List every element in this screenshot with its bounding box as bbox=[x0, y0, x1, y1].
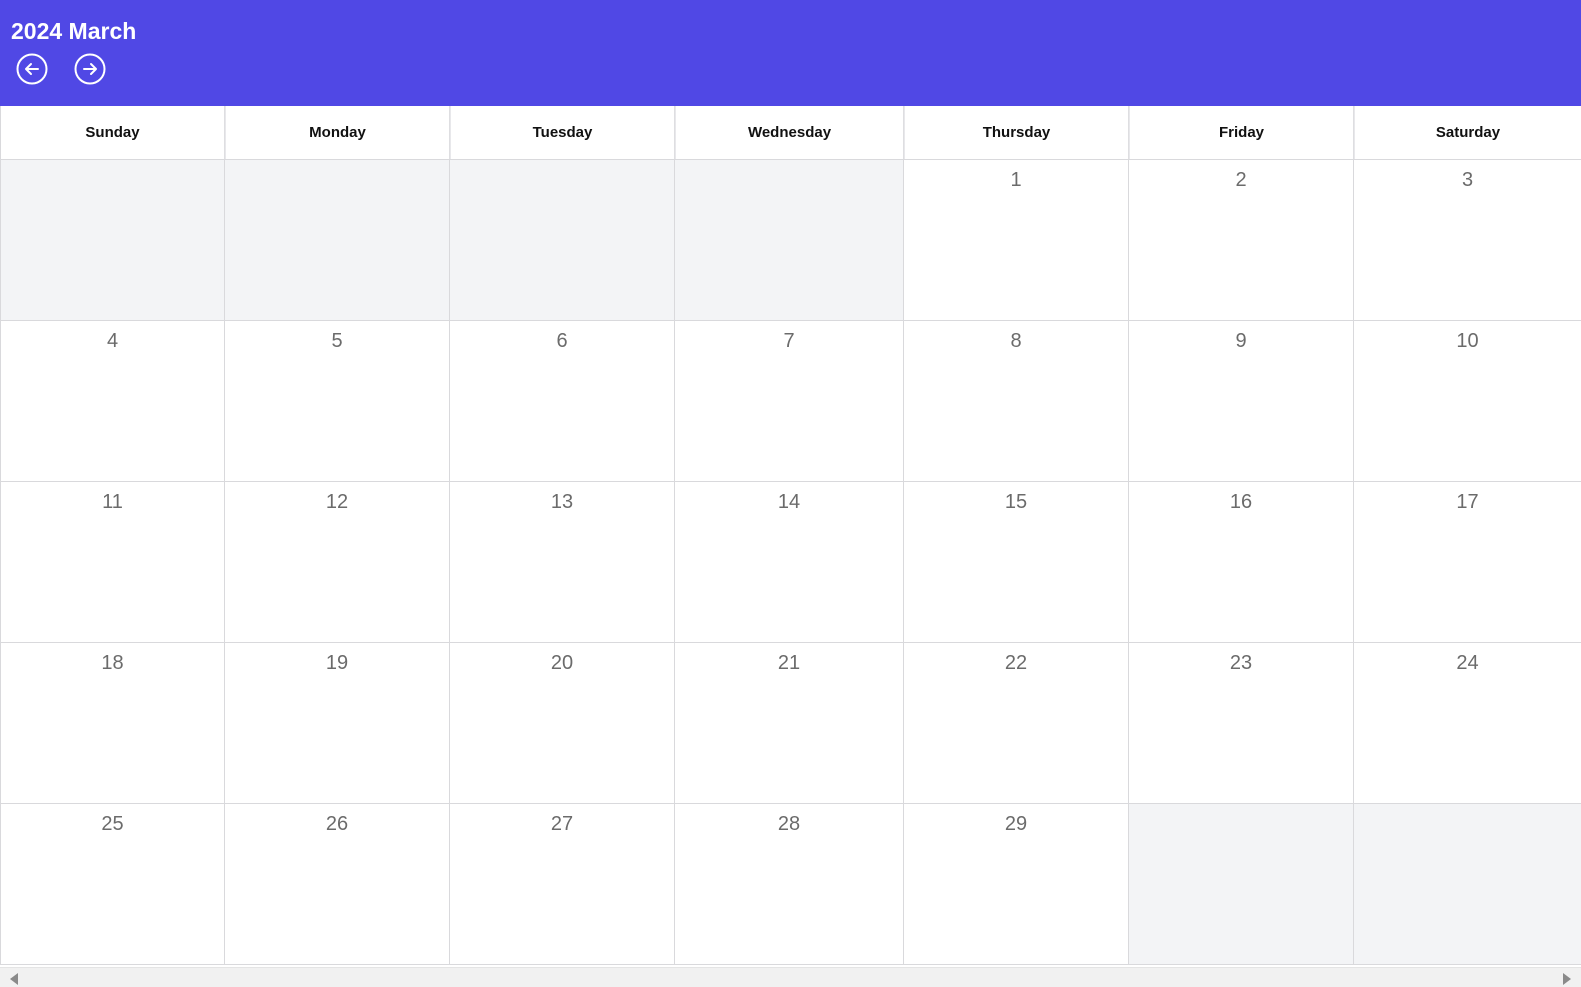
day-number: 16 bbox=[1229, 491, 1253, 513]
calendar-day-cell[interactable]: 8 bbox=[904, 321, 1129, 482]
day-number: 4 bbox=[106, 330, 119, 352]
calendar-empty-cell bbox=[0, 160, 225, 321]
day-number: 9 bbox=[1235, 330, 1247, 352]
calendar-day-cell[interactable]: 3 bbox=[1354, 160, 1581, 321]
day-number: 19 bbox=[325, 652, 349, 674]
calendar-day-cell[interactable]: 10 bbox=[1354, 321, 1581, 482]
next-month-button[interactable] bbox=[74, 53, 106, 85]
calendar-day-cell[interactable]: 29 bbox=[904, 804, 1129, 965]
calendar-header: 2024 March bbox=[0, 0, 1581, 106]
calendar-day-cell[interactable]: 16 bbox=[1129, 482, 1354, 643]
calendar-day-cell[interactable]: 2 bbox=[1129, 160, 1354, 321]
calendar-day-cell[interactable]: 13 bbox=[450, 482, 675, 643]
day-number: 2 bbox=[1235, 169, 1247, 191]
calendar-day-cell[interactable]: 6 bbox=[450, 321, 675, 482]
previous-month-button[interactable] bbox=[16, 53, 48, 85]
day-number: 25 bbox=[101, 813, 124, 835]
day-number: 24 bbox=[1456, 652, 1479, 674]
calendar-day-cell[interactable]: 5 bbox=[225, 321, 450, 482]
weekday-wednesday: Wednesday bbox=[675, 106, 904, 159]
calendar-day-cell[interactable]: 28 bbox=[675, 804, 904, 965]
scroll-right-arrow-icon[interactable] bbox=[1563, 973, 1571, 985]
day-number: 26 bbox=[325, 813, 349, 835]
month-title: 2024 March bbox=[11, 18, 137, 44]
calendar-day-cell[interactable]: 7 bbox=[675, 321, 904, 482]
weekday-tuesday: Tuesday bbox=[450, 106, 675, 159]
day-number: 14 bbox=[777, 491, 801, 513]
horizontal-scrollbar[interactable] bbox=[0, 967, 1581, 987]
arrow-left-circle-icon bbox=[16, 53, 48, 85]
calendar-empty-cell bbox=[1129, 804, 1354, 965]
weekday-sunday: Sunday bbox=[0, 106, 225, 159]
calendar-day-cell[interactable]: 14 bbox=[675, 482, 904, 643]
weekday-header-row: Sunday Monday Tuesday Wednesday Thursday… bbox=[0, 106, 1581, 160]
calendar-day-cell[interactable]: 12 bbox=[225, 482, 450, 643]
day-number: 7 bbox=[783, 330, 795, 352]
calendar-day-grid: 1 2 3 4 5 6 7 8 9 10 11 12 13 14 15 16 17 18 19 20 21 22 23 24 2… bbox=[0, 160, 1581, 965]
calendar-day-cell[interactable]: 19 bbox=[225, 643, 450, 804]
day-number: 28 bbox=[777, 813, 801, 835]
calendar-day-cell[interactable]: 17 bbox=[1354, 482, 1581, 643]
day-number: 22 bbox=[1004, 652, 1028, 674]
calendar-empty-cell bbox=[675, 160, 904, 321]
calendar-app: 2024 March Sunday Monday Tuesday Wednesd… bbox=[0, 0, 1581, 987]
calendar-day-cell[interactable]: 23 bbox=[1129, 643, 1354, 804]
weekday-monday: Monday bbox=[225, 106, 450, 159]
calendar-day-cell[interactable]: 21 bbox=[675, 643, 904, 804]
weekday-saturday: Saturday bbox=[1354, 106, 1581, 159]
day-number: 1 bbox=[1010, 169, 1022, 191]
calendar-day-cell[interactable]: 15 bbox=[904, 482, 1129, 643]
day-number: 12 bbox=[325, 491, 349, 513]
day-number: 21 bbox=[777, 652, 801, 674]
day-number: 18 bbox=[101, 652, 124, 674]
calendar-day-cell[interactable]: 22 bbox=[904, 643, 1129, 804]
day-number: 20 bbox=[550, 652, 574, 674]
day-number: 6 bbox=[556, 330, 568, 352]
calendar-day-cell[interactable]: 25 bbox=[0, 804, 225, 965]
weekday-thursday: Thursday bbox=[904, 106, 1129, 159]
day-number: 11 bbox=[102, 491, 123, 513]
day-number: 5 bbox=[331, 330, 343, 352]
day-number: 3 bbox=[1461, 169, 1474, 191]
calendar-empty-cell bbox=[225, 160, 450, 321]
calendar-day-cell[interactable]: 1 bbox=[904, 160, 1129, 321]
day-number: 27 bbox=[550, 813, 574, 835]
weekday-friday: Friday bbox=[1129, 106, 1354, 159]
day-number: 29 bbox=[1004, 813, 1028, 835]
calendar-day-cell[interactable]: 18 bbox=[0, 643, 225, 804]
calendar-day-cell[interactable]: 4 bbox=[0, 321, 225, 482]
calendar-empty-cell bbox=[1354, 804, 1581, 965]
calendar-day-cell[interactable]: 26 bbox=[225, 804, 450, 965]
day-number: 15 bbox=[1004, 491, 1028, 513]
day-number: 8 bbox=[1010, 330, 1022, 352]
calendar-day-cell[interactable]: 27 bbox=[450, 804, 675, 965]
day-number: 17 bbox=[1456, 491, 1479, 513]
calendar-day-cell[interactable]: 9 bbox=[1129, 321, 1354, 482]
day-number: 10 bbox=[1456, 330, 1479, 352]
scroll-left-arrow-icon[interactable] bbox=[10, 973, 18, 985]
calendar-day-cell[interactable]: 20 bbox=[450, 643, 675, 804]
day-number: 13 bbox=[550, 491, 574, 513]
day-number: 23 bbox=[1229, 652, 1253, 674]
month-calendar: Sunday Monday Tuesday Wednesday Thursday… bbox=[0, 106, 1581, 965]
calendar-day-cell[interactable]: 11 bbox=[0, 482, 225, 643]
arrow-right-circle-icon bbox=[74, 53, 106, 85]
calendar-day-cell[interactable]: 24 bbox=[1354, 643, 1581, 804]
calendar-empty-cell bbox=[450, 160, 675, 321]
